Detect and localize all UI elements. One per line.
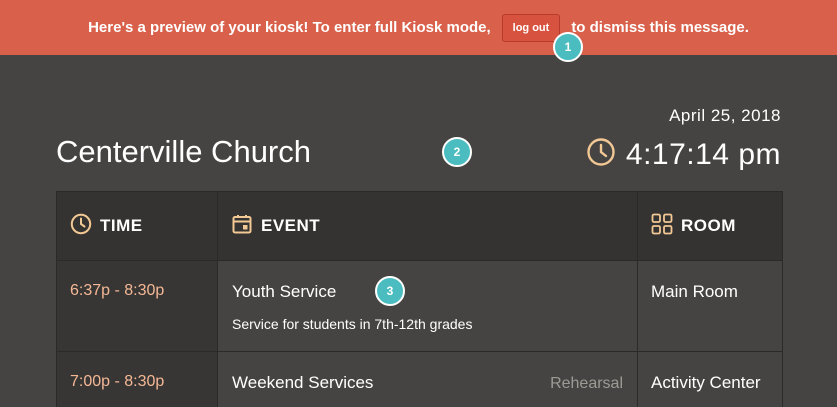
column-label-event: EVENT: [261, 216, 321, 235]
logout-button[interactable]: log out: [501, 13, 561, 42]
column-header-room: ROOM: [637, 191, 783, 261]
event-room: Main Room: [637, 260, 783, 352]
event-cell: Weekend Services Rehearsal: [217, 351, 638, 407]
table-header-row: TIME EVENT ROOM: [56, 191, 783, 261]
banner-text-after: to dismiss this message.: [571, 19, 749, 36]
event-time: 6:37p - 8:30p: [56, 260, 218, 352]
event-time: 7:00p - 8:30p: [56, 351, 218, 407]
annotation-badge-2: 2: [442, 137, 472, 167]
column-header-event: EVENT: [217, 191, 638, 261]
column-label-room: ROOM: [681, 216, 736, 235]
event-tag: Rehearsal: [550, 375, 623, 392]
event-room: Activity Center: [637, 351, 783, 407]
calendar-icon: [231, 213, 253, 240]
table-row[interactable]: 6:37p - 8:30p Youth Service Service for …: [56, 260, 783, 352]
event-name: Youth Service: [232, 282, 337, 301]
clock-icon: [70, 213, 92, 240]
column-header-time: TIME: [56, 191, 218, 261]
preview-banner: Here's a preview of your kiosk! To enter…: [0, 0, 837, 55]
page-title: Centerville Church: [56, 134, 311, 169]
event-name: Weekend Services: [232, 373, 374, 392]
table-row[interactable]: 7:00p - 8:30p Weekend Services Rehearsal…: [56, 351, 783, 407]
clock: 4:17:14 pm: [586, 137, 781, 172]
annotation-badge-1: 1: [553, 32, 583, 62]
column-label-time: TIME: [100, 216, 143, 235]
banner-text-before: Here's a preview of your kiosk! To enter…: [88, 19, 491, 36]
event-description: Service for students in 7th-12th grades: [232, 316, 473, 332]
annotation-badge-3: 3: [375, 276, 405, 306]
events-table: TIME EVENT ROOM 6:37p - 8:30p Youth Serv…: [56, 191, 783, 407]
clock-icon: [586, 137, 616, 172]
current-date: April 25, 2018: [669, 106, 781, 125]
event-cell: Youth Service Service for students in 7t…: [217, 260, 638, 352]
grid-icon: [651, 213, 673, 240]
clock-time: 4:17:14 pm: [625, 137, 781, 171]
